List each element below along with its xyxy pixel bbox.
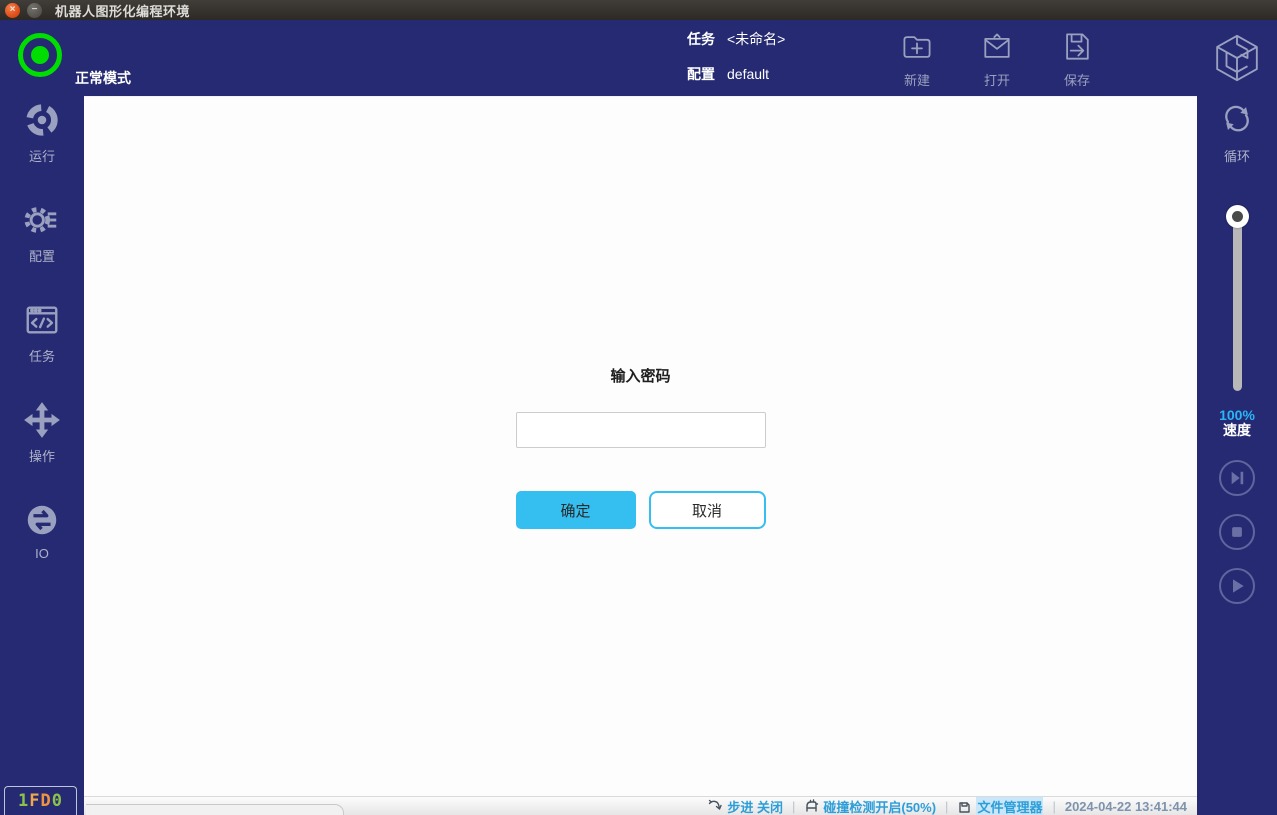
task-config-block: 任务 <未命名> 配置 default: [687, 31, 785, 101]
badge-char: 1: [18, 791, 29, 811]
play-button[interactable]: [1219, 568, 1255, 604]
badge-char: F: [29, 791, 40, 811]
sidebar-item-io[interactable]: IO: [0, 501, 84, 577]
mode-indicator-icon: [18, 33, 62, 77]
task-label: 任务: [687, 29, 715, 49]
brand-cube-logo: [1209, 30, 1265, 86]
play-icon: [1221, 568, 1253, 604]
sidebar-item-config[interactable]: 配置: [0, 201, 84, 277]
file-manager-icon: [957, 799, 972, 814]
cancel-button[interactable]: 取消: [649, 491, 766, 529]
gear-icon: [23, 201, 61, 239]
mode-label: 正常模式: [75, 68, 131, 88]
code-window-icon: [23, 301, 61, 339]
password-dialog: 输入密码 确定 取消: [516, 365, 766, 529]
sidebar-item-run[interactable]: 运行: [0, 101, 84, 177]
speed-slider-track[interactable]: [1233, 211, 1242, 391]
bottom-panel-edge: [86, 804, 344, 815]
run-target-icon: [23, 101, 61, 139]
collision-detection-status[interactable]: 碰撞检测开启(50%): [804, 797, 936, 815]
left-sidebar: 运行 配置 任务 操作: [0, 96, 84, 815]
loop-mode-button[interactable]: 循环: [1197, 101, 1277, 165]
step-mode-status[interactable]: 步进 关闭: [708, 797, 783, 815]
save-task-button[interactable]: 保存: [1037, 29, 1117, 89]
stop-icon: [1221, 514, 1253, 550]
confirm-button[interactable]: 确定: [516, 491, 636, 529]
collision-hand-icon: [804, 799, 819, 814]
open-envelope-icon: [979, 29, 1015, 65]
sidebar-item-task[interactable]: 任务: [0, 301, 84, 377]
speed-label: 速度: [1197, 423, 1277, 438]
step-arrow-icon: [708, 799, 723, 814]
skip-next-icon: [1221, 460, 1253, 496]
open-task-button[interactable]: 打开: [957, 29, 1037, 89]
speed-percent: 100%: [1197, 408, 1277, 423]
clock-timestamp: 2024-04-22 13:41:44: [1065, 799, 1187, 814]
task-value: <未命名>: [727, 29, 785, 49]
titlebar: × − 机器人图形化编程环境: [0, 0, 1277, 20]
status-badge: 1FD0: [4, 786, 77, 815]
app-header: 正常模式 任务 <未命名> 配置 default 新建 打开: [0, 20, 1277, 96]
step-forward-button[interactable]: [1219, 460, 1255, 496]
badge-char: 0: [52, 791, 63, 811]
dialog-title: 输入密码: [516, 365, 766, 386]
badge-char: D: [41, 791, 52, 811]
io-exchange-icon: [23, 501, 61, 539]
config-value: default: [727, 66, 769, 82]
speed-slider-handle[interactable]: [1226, 205, 1249, 228]
password-input[interactable]: [516, 412, 766, 448]
sidebar-item-operate[interactable]: 操作: [0, 401, 84, 477]
header-actions: 新建 打开 保存: [877, 29, 1117, 89]
loop-refresh-icon: [1218, 101, 1256, 139]
minimize-icon[interactable]: −: [27, 3, 42, 18]
right-sidebar: 循环 100% 速度: [1197, 96, 1277, 815]
main-content: 输入密码 确定 取消 步进 关闭 | 碰撞检测开启(50%) |: [84, 96, 1197, 815]
file-manager-button[interactable]: 文件管理器: [957, 797, 1043, 815]
speed-readout: 100% 速度: [1197, 408, 1277, 438]
new-task-button[interactable]: 新建: [877, 29, 957, 89]
save-floppy-icon: [1059, 29, 1095, 65]
close-icon[interactable]: ×: [5, 3, 20, 18]
stop-button[interactable]: [1219, 514, 1255, 550]
new-folder-icon: [899, 29, 935, 65]
move-arrows-icon: [23, 401, 61, 439]
config-label: 配置: [687, 64, 715, 84]
window-title: 机器人图形化编程环境: [55, 1, 190, 20]
